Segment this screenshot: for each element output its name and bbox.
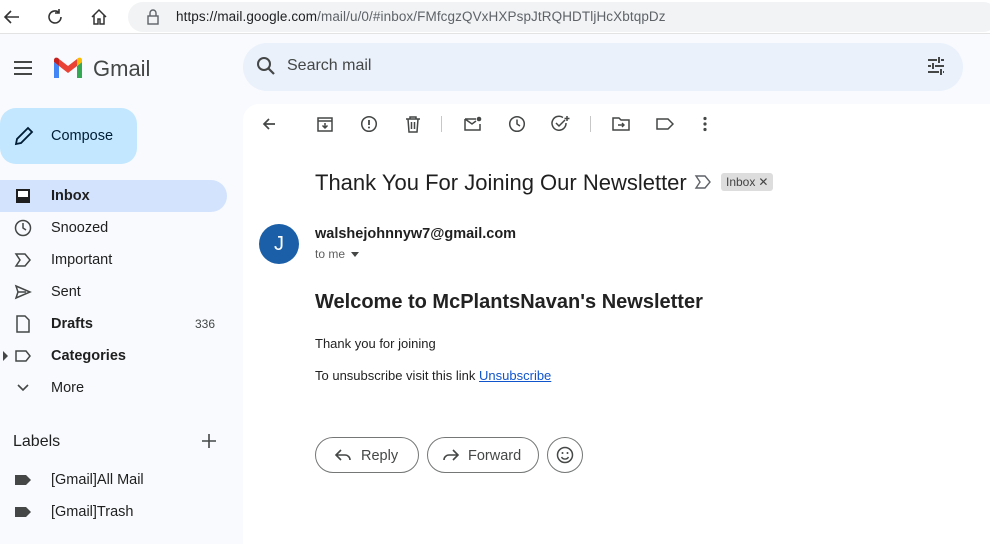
forward-label: Forward bbox=[468, 448, 522, 464]
label-as-icon[interactable] bbox=[655, 114, 675, 134]
label-icon bbox=[13, 470, 33, 490]
gmail-logo-icon[interactable] bbox=[52, 56, 84, 85]
search-bar[interactable]: Search mail bbox=[243, 43, 963, 91]
sidebar-item-important[interactable]: Important bbox=[0, 244, 227, 276]
unsubscribe-text: To unsubscribe visit this link bbox=[315, 368, 476, 383]
sidebar-item-label-all-mail[interactable]: [Gmail]All Mail bbox=[0, 464, 227, 496]
expand-arrow-icon[interactable] bbox=[3, 351, 8, 361]
sidebar-item-label: More bbox=[51, 380, 85, 396]
sidebar-item-categories[interactable]: Categories bbox=[0, 340, 227, 372]
sidebar-item-sent[interactable]: Sent bbox=[0, 276, 227, 308]
smiley-icon bbox=[556, 446, 574, 469]
mark-unread-icon[interactable] bbox=[463, 114, 483, 134]
search-icon[interactable] bbox=[255, 55, 277, 82]
compose-label: Compose bbox=[51, 128, 114, 144]
search-input[interactable]: Search mail bbox=[287, 57, 371, 75]
app-name: Gmail bbox=[93, 56, 151, 81]
send-icon bbox=[13, 282, 33, 302]
back-to-inbox-icon[interactable] bbox=[259, 114, 279, 134]
email-body-text: Thank you for joining bbox=[315, 336, 436, 351]
emoji-reaction-button[interactable] bbox=[547, 437, 583, 473]
home-icon[interactable] bbox=[87, 5, 111, 29]
sidebar-item-label-trash[interactable]: [Gmail]Trash bbox=[0, 496, 227, 528]
important-icon bbox=[13, 250, 33, 270]
email-body-heading: Welcome to McPlantsNavan's Newsletter bbox=[315, 291, 703, 313]
toolbar-divider bbox=[590, 116, 591, 132]
url-text: https://mail.google.com/mail/u/0/#inbox/… bbox=[176, 9, 666, 24]
sidebar-item-label: [Gmail]Trash bbox=[51, 504, 134, 520]
message-pane: Thank You For Joining Our Newsletter Inb… bbox=[243, 104, 990, 544]
lock-icon[interactable] bbox=[146, 9, 160, 30]
labels-heading: Labels bbox=[13, 433, 61, 450]
sidebar-item-label: Sent bbox=[51, 284, 81, 300]
sidebar-item-label: Snoozed bbox=[51, 220, 109, 236]
sidebar-item-label: Categories bbox=[51, 348, 126, 364]
chip-label: Inbox bbox=[726, 175, 756, 189]
sender-email[interactable]: walshejohnnyw7@gmail.com bbox=[315, 226, 516, 242]
show-details-icon[interactable] bbox=[351, 252, 359, 257]
browser-toolbar: https://mail.google.com/mail/u/0/#inbox/… bbox=[0, 0, 990, 34]
drafts-count: 336 bbox=[194, 317, 215, 331]
back-arrow-icon[interactable] bbox=[0, 5, 24, 29]
email-body-text-unsubscribe: To unsubscribe visit this link Unsubscri… bbox=[315, 368, 551, 383]
forward-icon bbox=[442, 446, 460, 469]
more-options-icon[interactable] bbox=[695, 114, 715, 134]
sidebar-item-label: Drafts bbox=[51, 316, 93, 332]
delete-icon[interactable] bbox=[403, 114, 423, 134]
address-bar[interactable]: https://mail.google.com/mail/u/0/#inbox/… bbox=[128, 2, 990, 32]
remove-label-icon[interactable]: ✕ bbox=[758, 175, 768, 189]
reload-icon[interactable] bbox=[43, 5, 67, 29]
clock-icon bbox=[13, 218, 33, 238]
sidebar-item-label: Inbox bbox=[51, 188, 90, 204]
main-menu-icon[interactable] bbox=[11, 56, 35, 80]
inbox-label-chip[interactable]: Inbox ✕ bbox=[721, 173, 774, 191]
important-marker-icon[interactable] bbox=[694, 174, 712, 195]
sidebar-item-label: Important bbox=[51, 252, 113, 268]
snooze-icon[interactable] bbox=[507, 114, 527, 134]
draft-icon bbox=[13, 314, 33, 334]
compose-button[interactable]: Compose bbox=[0, 108, 137, 164]
reply-label: Reply bbox=[361, 448, 399, 464]
move-to-icon[interactable] bbox=[611, 114, 631, 134]
reply-icon bbox=[334, 446, 352, 469]
sender-avatar[interactable]: J bbox=[259, 224, 299, 264]
sidebar-item-drafts[interactable]: Drafts 336 bbox=[0, 308, 227, 340]
toolbar-divider bbox=[441, 116, 442, 132]
label-icon bbox=[13, 502, 33, 522]
report-spam-icon[interactable] bbox=[359, 114, 379, 134]
sidebar-item-inbox[interactable]: Inbox bbox=[0, 180, 227, 212]
email-subject: Thank You For Joining Our Newsletter bbox=[315, 170, 687, 195]
sidebar-item-more[interactable]: More bbox=[0, 372, 227, 404]
search-options-icon[interactable] bbox=[925, 55, 947, 82]
add-to-tasks-icon[interactable] bbox=[551, 114, 571, 134]
sidebar-item-label: [Gmail]All Mail bbox=[51, 472, 144, 488]
label-outline-icon bbox=[13, 346, 33, 366]
reply-button[interactable]: Reply bbox=[315, 437, 419, 473]
archive-icon[interactable] bbox=[315, 114, 335, 134]
pencil-icon bbox=[13, 125, 35, 152]
forward-button[interactable]: Forward bbox=[427, 437, 539, 473]
recipient-text: to me bbox=[315, 247, 346, 261]
sidebar-item-snoozed[interactable]: Snoozed bbox=[0, 212, 227, 244]
unsubscribe-link[interactable]: Unsubscribe bbox=[479, 368, 551, 383]
add-label-icon[interactable] bbox=[199, 431, 219, 456]
inbox-icon bbox=[13, 186, 33, 206]
chevron-down-icon bbox=[13, 378, 33, 398]
